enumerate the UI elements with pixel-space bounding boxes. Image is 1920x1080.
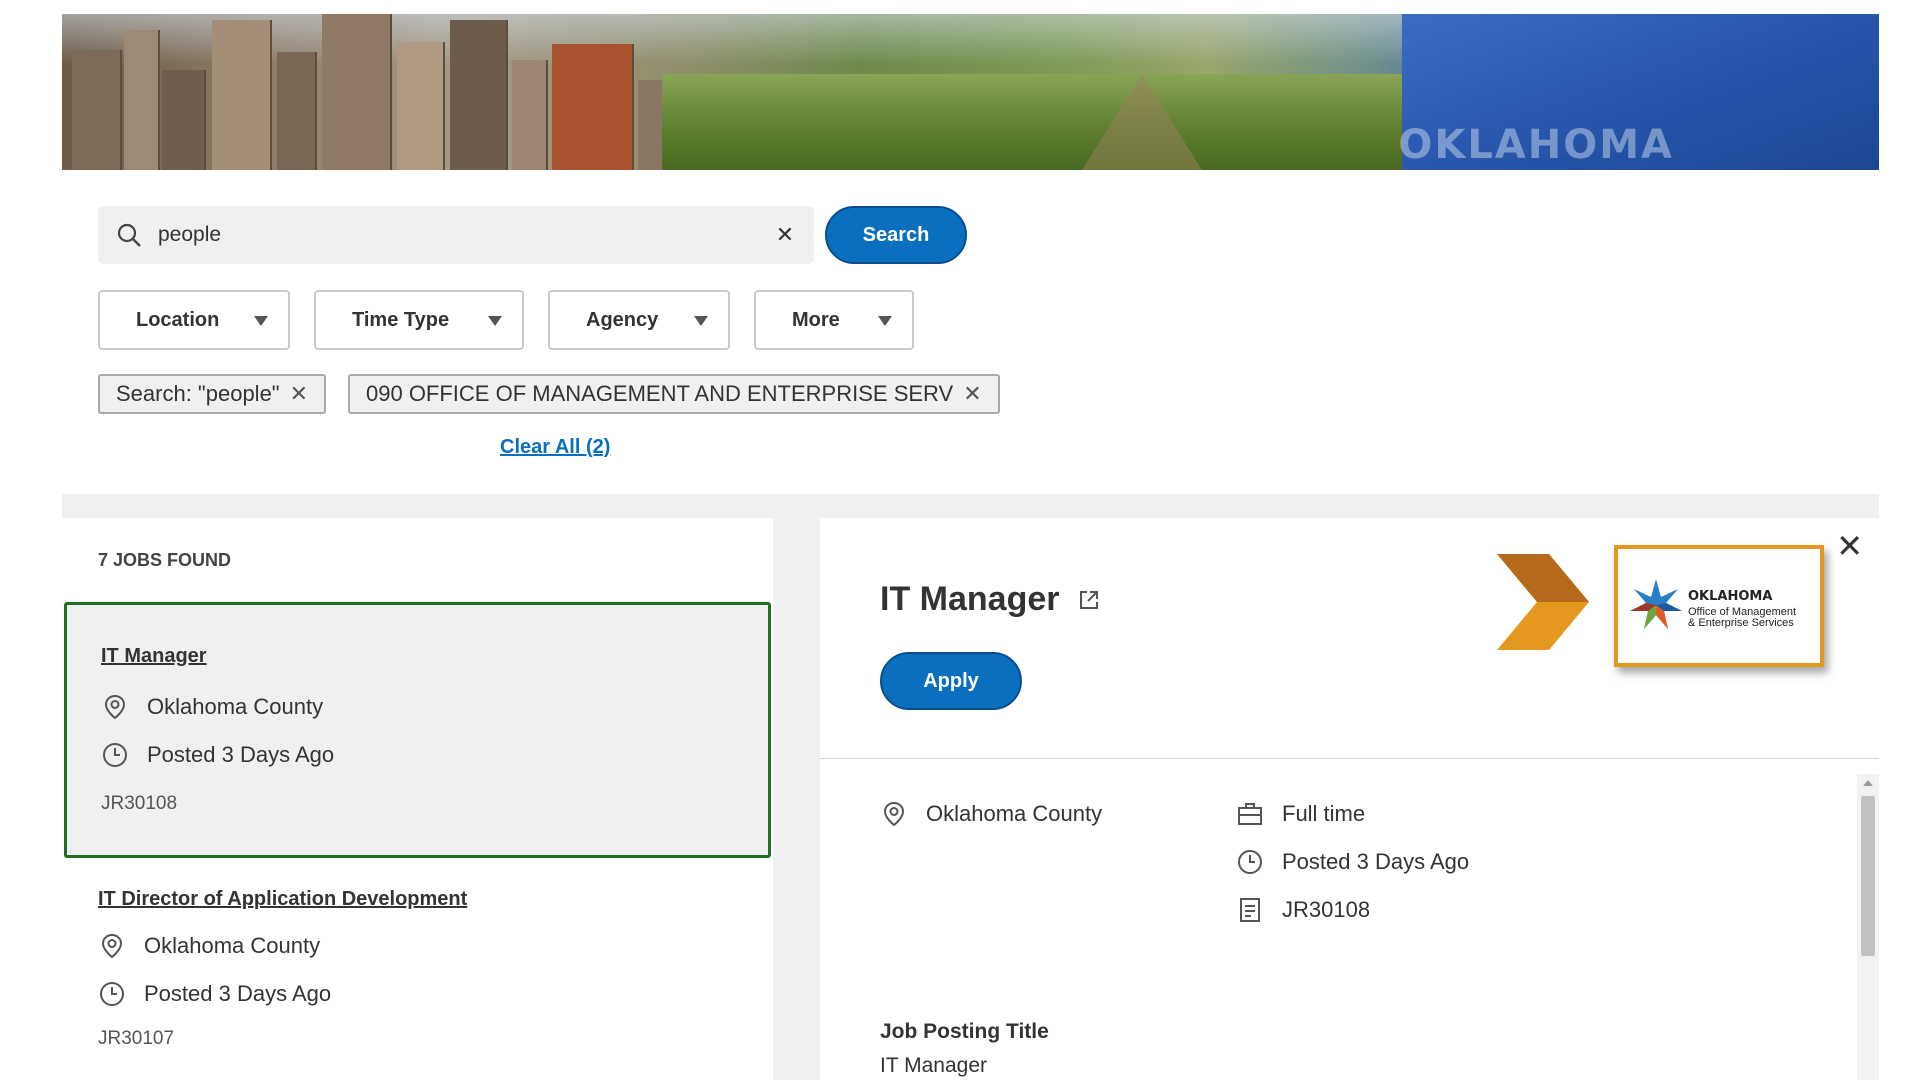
job-posted-text: Posted 3 Days Ago [147,742,335,767]
scrollbar-thumb[interactable] [1861,796,1875,956]
job-detail-title: IT Manager [880,580,1101,619]
chevron-arrow-icon [1497,554,1589,650]
filter-label: More [792,308,840,331]
jobs-found-count: 7 JOBS FOUND [98,550,232,570]
filter-label: Time Type [352,308,450,331]
chip-agency: 090 OFFICE OF MANAGEMENT AND ENTERPRISE … [348,374,1000,414]
search-icon [117,223,141,247]
caret-down-icon [488,316,502,326]
job-location-text: Oklahoma County [144,933,321,958]
filter-location[interactable]: Location [98,290,290,350]
omes-star-logo-icon [1630,579,1682,629]
job-title-link[interactable]: IT Manager [101,645,207,668]
divider [820,758,1879,759]
job-posted: Posted 3 Days Ago [98,980,331,1008]
filter-more[interactable]: More [754,290,914,350]
job-posting-title-value: IT Manager [880,1054,987,1077]
detail-req-id-text: JR30108 [1282,897,1371,922]
banner-skyline [62,14,682,170]
filter-time-type[interactable]: Time Type [314,290,524,350]
job-req-id: JR30107 [98,1028,175,1049]
detail-time-type-text: Full time [1282,801,1366,826]
logo-line-3: & Enterprise Services [1688,617,1794,629]
job-posted-text: Posted 3 Days Ago [144,981,332,1006]
clock-icon [103,743,127,767]
job-card-selected[interactable]: IT Manager Oklahoma County Posted 3 Days… [64,602,771,858]
filter-label: Location [136,308,220,331]
detail-posted-text: Posted 3 Days Ago [1282,849,1470,874]
search-input[interactable] [158,216,738,254]
briefcase-icon [1238,803,1262,825]
search-bar: ✕ [98,206,814,264]
detail-time-type: Full time [1236,800,1365,828]
chip-label: 090 OFFICE OF MANAGEMENT AND ENTERPRISE … [366,381,954,406]
job-posting-title-label: Job Posting Title [880,1020,1049,1043]
chip-label: Search: "people" [116,381,280,406]
omes-logo-callout: OKLAHOMA Office of Management & Enterpri… [1614,545,1824,667]
detail-posted: Posted 3 Days Ago [1236,848,1469,876]
detail-req-id: JR30108 [1236,896,1370,924]
location-pin-icon [101,933,123,959]
job-location-text: Oklahoma County [147,694,324,719]
apply-button[interactable]: Apply [880,652,1022,710]
job-card[interactable]: IT Director of Application Development O… [64,888,771,1080]
external-link-icon[interactable] [1077,588,1101,612]
filter-agency[interactable]: Agency [548,290,730,350]
search-button[interactable]: Search [825,206,967,264]
location-pin-icon [883,801,905,827]
location-pin-icon [104,694,126,720]
clock-icon [1238,850,1262,874]
job-title-link[interactable]: IT Director of Application Development [98,888,467,911]
careers-page: OKLAHOMA ✕ Search Location Time Type Age… [62,14,1879,1080]
flag-word: OKLAHOMA [1398,122,1674,168]
close-icon[interactable]: ✕ [1836,530,1863,562]
caret-down-icon [878,316,892,326]
logo-line-1: OKLAHOMA [1688,589,1773,604]
job-list-panel: 7 JOBS FOUND IT Manager Oklahoma County … [62,518,773,1080]
job-req-id: JR30108 [101,793,178,814]
caret-down-icon [694,316,708,326]
chip-search: Search: "people" ✕ [98,374,327,414]
detail-location: Oklahoma County [880,800,1102,828]
hero-banner: OKLAHOMA [62,14,1879,170]
remove-chip-icon[interactable]: ✕ [290,381,308,407]
detail-location-text: Oklahoma County [926,801,1103,826]
remove-chip-icon[interactable]: ✕ [963,381,981,407]
document-icon [1240,898,1260,922]
job-posted: Posted 3 Days Ago [101,741,334,769]
clock-icon [100,982,124,1006]
job-location: Oklahoma County [98,932,320,960]
filter-label: Agency [586,308,659,331]
job-location: Oklahoma County [101,693,323,721]
oklahoma-flag-image: OKLAHOMA [1398,14,1879,170]
banner-road [1082,74,1202,170]
banner-field [662,74,1482,170]
job-detail-title-text: IT Manager [880,580,1060,618]
caret-down-icon [254,316,268,326]
detail-scrollbar[interactable] [1857,774,1879,1080]
clear-all-link[interactable]: Clear All (2) [500,436,610,459]
clear-search-icon[interactable]: ✕ [772,222,798,248]
scroll-up-arrow-icon[interactable] [1863,780,1873,786]
